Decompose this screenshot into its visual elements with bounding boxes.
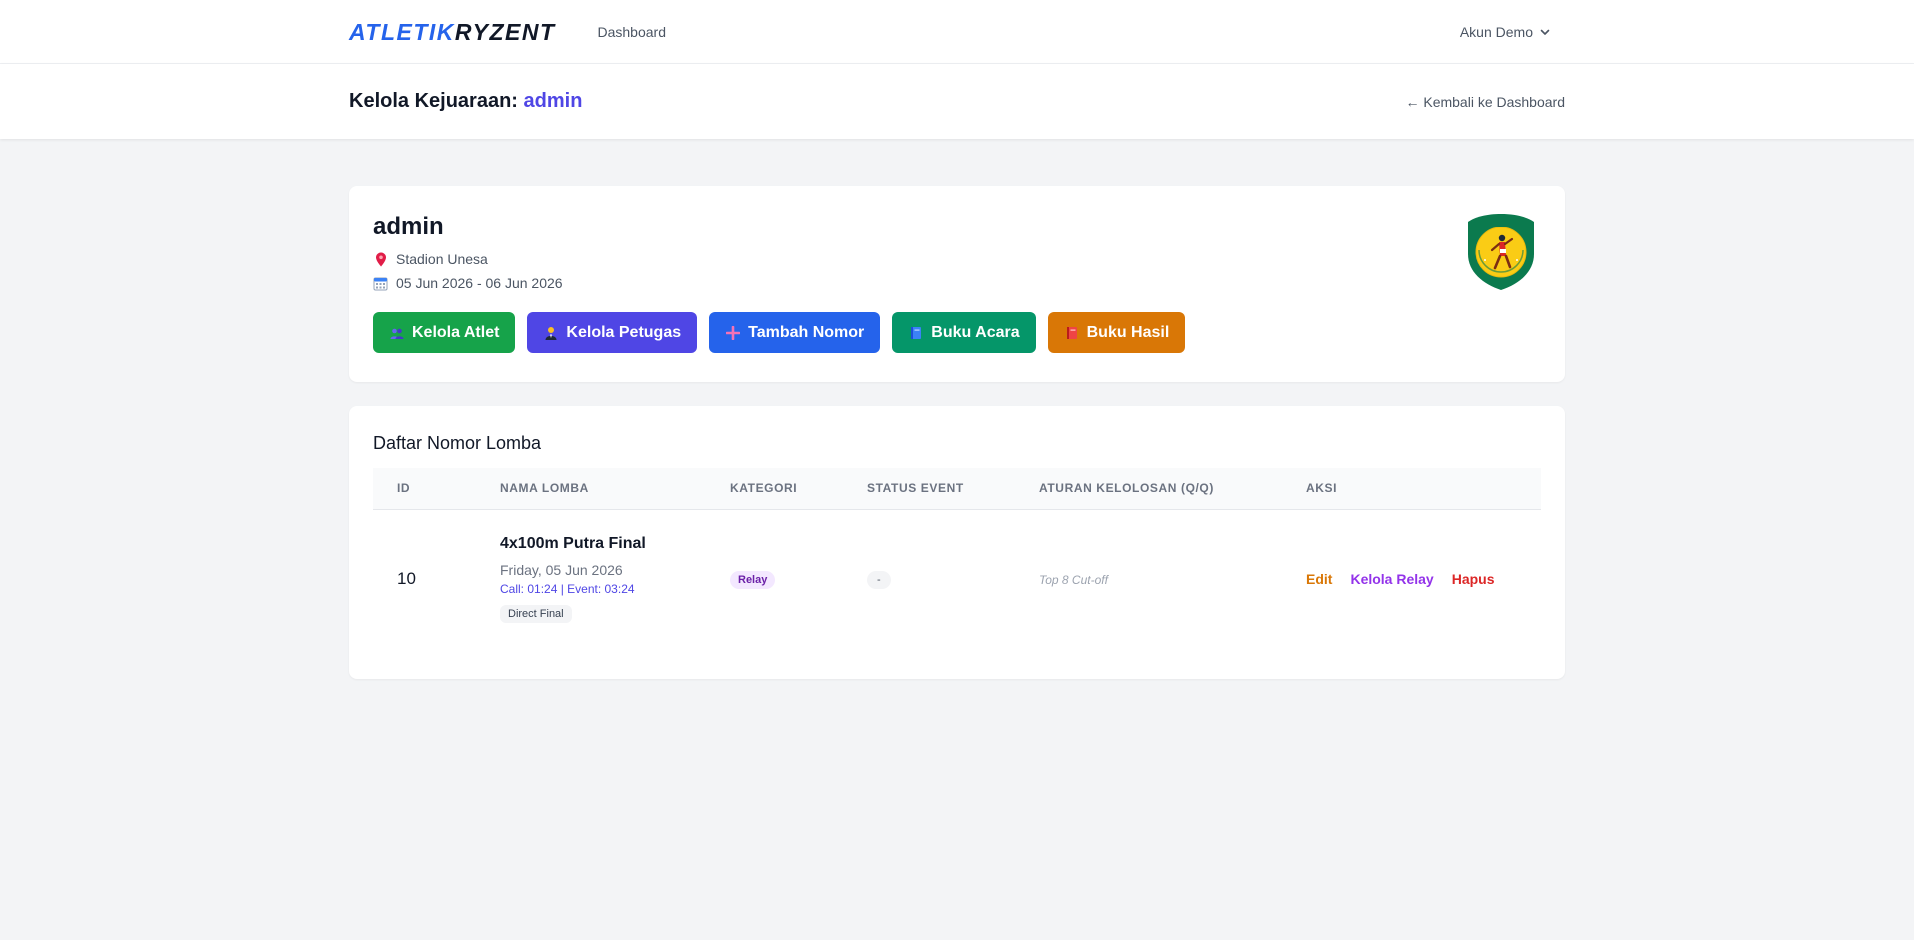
results-book-label: Buku Hasil [1086,323,1170,341]
user-menu-dropdown[interactable]: Akun Demo [1460,24,1551,40]
blue-book-icon [909,326,923,340]
event-venue: Stadion Unesa [373,251,1541,267]
race-round-tag: Direct Final [500,605,572,624]
manage-athletes-button[interactable]: Kelola Atlet [373,312,516,353]
back-to-dashboard-link[interactable]: ← Kembali ke Dashboard [1405,94,1565,110]
race-date: Friday, 05 Jun 2026 [500,562,623,579]
results-book-button[interactable]: Buku Hasil [1047,312,1186,353]
race-list-title: Daftar Nomor Lomba [373,433,542,453]
race-rule-cell: Top 8 Cut-off [1015,509,1282,649]
event-actions-toolbar: Kelola Atlet Kelola Petugas Tambah Nomor… [373,312,1541,353]
race-times: Call: 01:24 | Event: 03:24 [500,582,635,597]
delete-race-link[interactable]: Hapus [1452,571,1495,587]
table-row: 10 4x100m Putra Final Friday, 05 Jun 202… [373,509,1541,649]
page-title: Kelola Kejuaraan: admin [349,90,582,113]
brand-logo[interactable]: ATLETIKRYZENT [349,19,556,46]
manage-athletes-label: Kelola Atlet [412,323,500,341]
page-title-prefix: Kelola Kejuaraan: [349,90,518,112]
add-event-button[interactable]: Tambah Nomor [709,312,881,353]
race-list-card: Daftar Nomor Lomba ID NAMA LOMBA KATEGOR… [349,406,1565,679]
user-menu-label: Akun Demo [1459,24,1533,40]
page-title-event-name: admin [523,90,583,112]
nav-dashboard-link[interactable]: Dashboard [598,24,667,40]
event-venue-text: Stadion Unesa [396,251,488,267]
red-book-icon [1065,326,1079,340]
col-header-qualification: ATURAN KELOLOSAN (Q/Q) [1015,468,1282,510]
qualification-rule: Top 8 Cut-off [1039,573,1108,588]
race-name: 4x100m Putra Final [500,535,646,553]
map-pin-icon [373,252,388,267]
race-category-cell: Relay [706,509,843,649]
federation-logo [1465,212,1537,292]
event-name: admin [373,213,444,240]
col-header-id: ID [373,468,476,510]
program-book-label: Buku Acara [931,323,1020,341]
manage-officials-label: Kelola Petugas [566,323,682,341]
race-id: 10 [397,569,416,589]
edit-race-link[interactable]: Edit [1306,571,1332,587]
brand-text-primary: ATLETIK [349,18,455,45]
col-header-status: STATUS EVENT [843,468,1015,510]
category-badge: Relay [730,570,776,589]
official-icon [544,326,558,340]
col-header-name: NAMA LOMBA [476,468,706,510]
race-name-cell: 4x100m Putra Final Friday, 05 Jun 2026 C… [476,509,706,649]
race-status-cell: - [843,509,1015,649]
users-icon [390,326,404,340]
main-content: admin Stadion Unesa 05 Jun 2026 - 06 Jun… [349,186,1565,679]
calendar-icon [373,276,388,291]
manage-officials-button[interactable]: Kelola Petugas [527,312,698,353]
manage-relay-link[interactable]: Kelola Relay [1350,571,1433,587]
brand-text-secondary: RYZENT [454,18,556,45]
program-book-button[interactable]: Buku Acara [892,312,1036,353]
race-table: ID NAMA LOMBA KATEGORI STATUS EVENT ATUR… [373,468,1541,649]
event-dates: 05 Jun 2026 - 06 Jun 2026 [373,275,1541,291]
col-header-actions: AKSI [1282,468,1541,510]
plus-icon [726,325,741,340]
race-actions-cell: Edit Kelola Relay Hapus [1282,509,1541,649]
chevron-down-icon [1540,29,1550,35]
page-header: Kelola Kejuaraan: admin ← Kembali ke Das… [0,64,1914,139]
col-header-category: KATEGORI [706,468,843,510]
event-info-card: admin Stadion Unesa 05 Jun 2026 - 06 Jun… [349,186,1565,382]
add-event-label: Tambah Nomor [748,323,865,341]
top-navbar: ATLETIKRYZENT Dashboard Akun Demo [0,0,1914,64]
status-badge: - [867,570,891,589]
event-dates-text: 05 Jun 2026 - 06 Jun 2026 [396,275,563,291]
table-header-row: ID NAMA LOMBA KATEGORI STATUS EVENT ATUR… [373,468,1541,510]
